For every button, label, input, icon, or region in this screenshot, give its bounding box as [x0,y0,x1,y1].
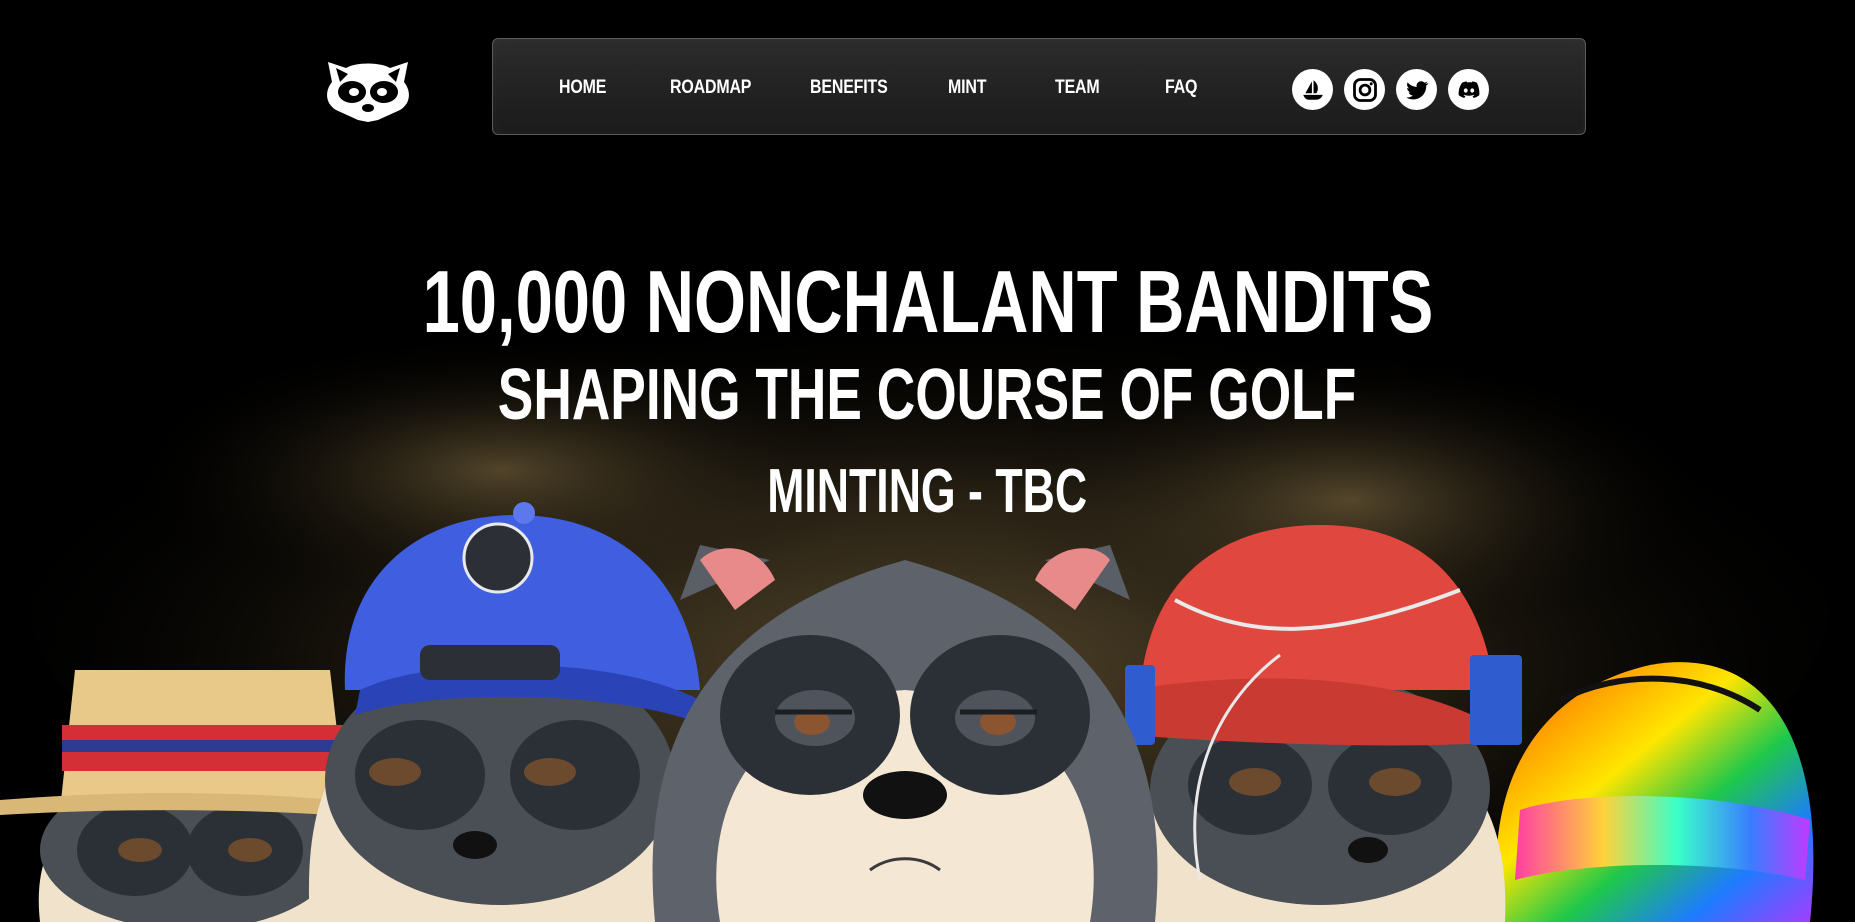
minting-status: MINTING - TBC [0,456,1855,528]
nav-faq[interactable]: FAQ [1165,39,1197,136]
hero-title-text: 10,000 NONCHALANT BANDITS [422,252,1433,351]
brand-logo[interactable] [322,56,414,122]
navbar: HOME ROADMAP BENEFITS MINT TEAM FAQ [492,38,1586,135]
minting-status-text: MINTING - TBC [767,457,1088,526]
nav-mint[interactable]: MINT [948,39,987,136]
nav-roadmap[interactable]: ROADMAP [670,39,751,136]
opensea-link[interactable] [1292,69,1333,110]
instagram-link[interactable] [1344,69,1385,110]
instagram-icon [1352,77,1377,102]
hero-subtitle-text: SHAPING THE COURSE OF GOLF [498,355,1357,435]
discord-link[interactable] [1448,69,1489,110]
opensea-icon [1302,79,1323,100]
nav-benefits[interactable]: BENEFITS [810,39,888,136]
hero-title: 10,000 NONCHALANT BANDITS [0,252,1855,352]
twitter-icon [1405,80,1428,99]
raccoon-logo-icon [327,62,409,122]
hero-subtitle: SHAPING THE COURSE OF GOLF [0,354,1855,436]
twitter-link[interactable] [1396,69,1437,110]
discord-icon [1458,80,1479,98]
page: { "nav": { "links": ["HOME", "ROADMAP", … [0,0,1855,922]
nav-home[interactable]: HOME [559,39,606,136]
nav-team[interactable]: TEAM [1055,39,1100,136]
